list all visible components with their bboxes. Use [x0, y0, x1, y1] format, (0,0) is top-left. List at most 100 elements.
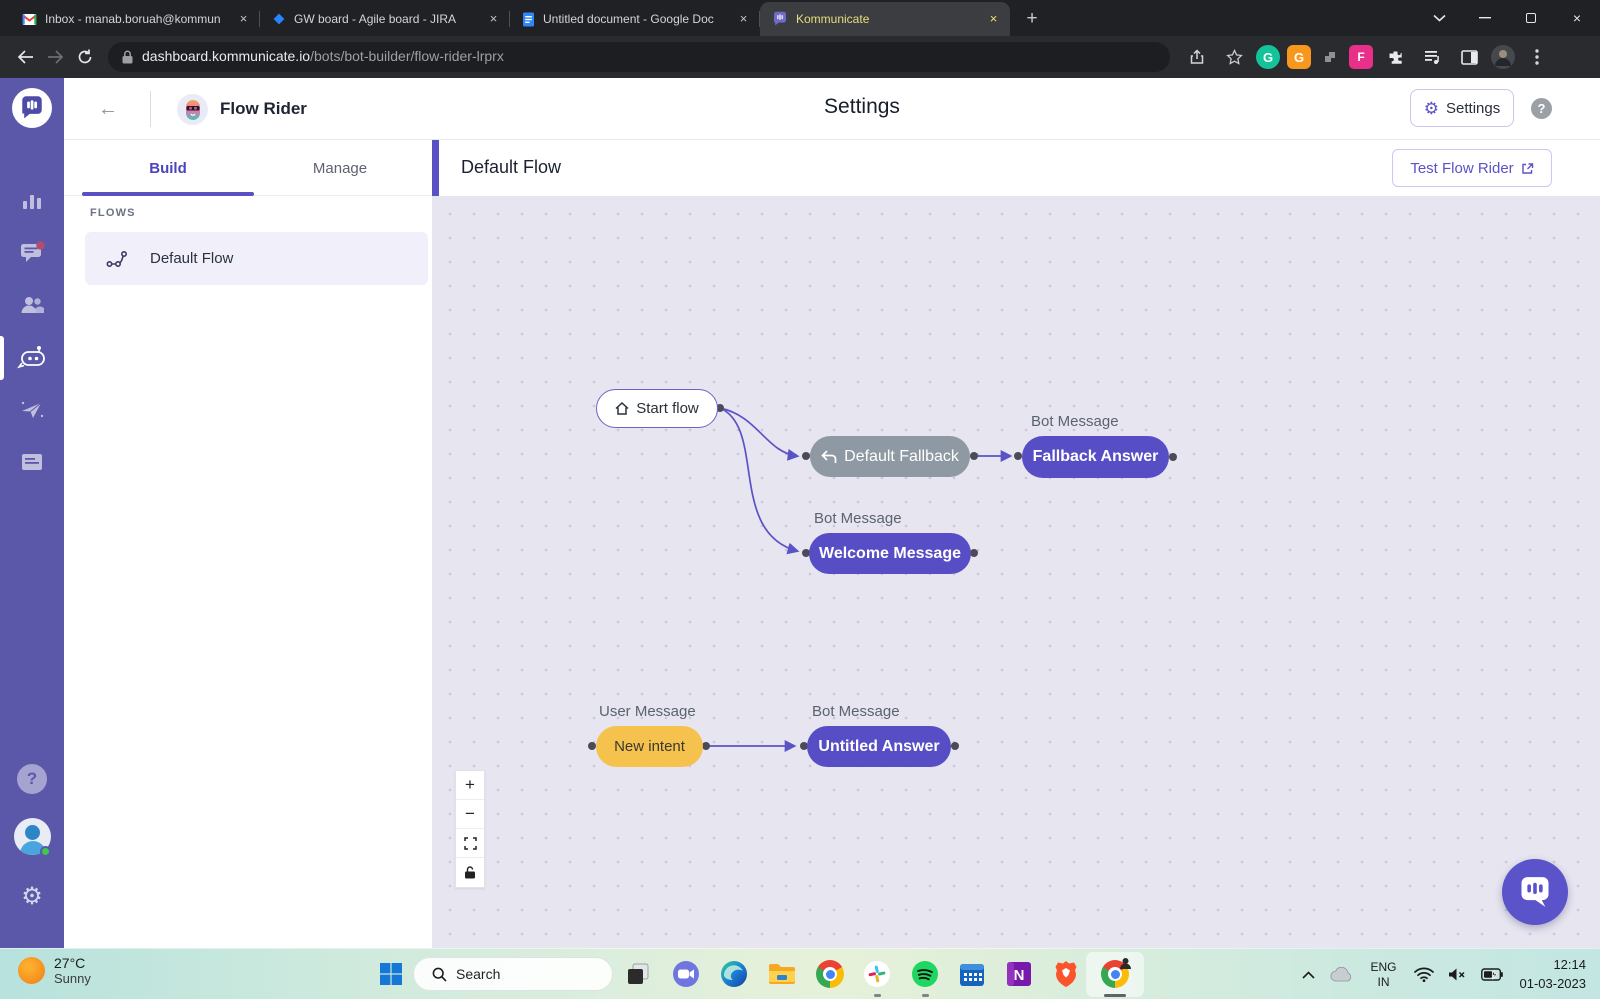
- browser-tab-strip: Inbox - manab.boruah@kommun × GW board -…: [0, 0, 1600, 36]
- tab-gmail[interactable]: Inbox - manab.boruah@kommun ×: [10, 2, 260, 36]
- wifi-icon[interactable]: [1414, 967, 1434, 982]
- chrome-button[interactable]: [815, 959, 845, 989]
- forward-icon[interactable]: [40, 42, 70, 72]
- side-panel-icon[interactable]: [1454, 42, 1484, 72]
- node-new-intent[interactable]: New intent: [596, 726, 703, 767]
- node-label: Fallback Answer: [1033, 448, 1159, 466]
- help-icon[interactable]: ?: [1531, 98, 1552, 119]
- tray-chevron-icon[interactable]: [1302, 971, 1315, 979]
- pink-f-extension-icon[interactable]: F: [1349, 45, 1373, 69]
- sidebar-item-users[interactable]: [0, 285, 64, 325]
- share-icon[interactable]: [1182, 42, 1212, 72]
- page-title: Settings: [64, 95, 1600, 119]
- flow-list-item-default[interactable]: Default Flow: [85, 232, 428, 285]
- language-indicator[interactable]: ENG IN: [1370, 960, 1396, 990]
- node-start-flow[interactable]: Start flow: [596, 389, 718, 428]
- test-button-label: Test Flow Rider: [1410, 160, 1513, 177]
- minimize-button[interactable]: [1462, 0, 1508, 36]
- flow-canvas[interactable]: Start flow Default Fallback Bot Message …: [432, 196, 1600, 948]
- active-tab-underline: [82, 192, 254, 196]
- panel-tabs: Build Manage: [64, 140, 432, 196]
- tab-close-icon[interactable]: ×: [985, 11, 1002, 28]
- edge-button[interactable]: [719, 959, 749, 989]
- sidebar-item-bot-builder[interactable]: [0, 338, 64, 378]
- chrome-active-button[interactable]: [1100, 959, 1130, 989]
- sidebar-settings-icon[interactable]: ⚙: [0, 878, 64, 914]
- node-fallback-answer[interactable]: Fallback Answer: [1022, 436, 1169, 478]
- node-untitled-answer[interactable]: Untitled Answer: [807, 726, 951, 767]
- tab-search-chevron-icon[interactable]: [1416, 0, 1462, 36]
- conversations-icon: [19, 241, 45, 265]
- maximize-button[interactable]: [1508, 0, 1554, 36]
- chat-widget-button[interactable]: [1502, 859, 1568, 925]
- sidebar-active-indicator: [0, 336, 4, 380]
- sun-icon: [18, 957, 45, 984]
- fit-view-button[interactable]: [456, 829, 484, 858]
- sidebar-item-analytics[interactable]: [0, 181, 64, 221]
- sidebar-item-conversations[interactable]: [0, 233, 64, 273]
- task-view-button[interactable]: [623, 959, 653, 989]
- volume-muted-icon[interactable]: [1448, 967, 1467, 982]
- gray-arrow-extension-icon[interactable]: [1318, 45, 1342, 69]
- tab-manage[interactable]: Manage: [254, 140, 426, 196]
- battery-icon[interactable]: [1481, 968, 1503, 981]
- back-icon[interactable]: [10, 42, 40, 72]
- file-explorer-button[interactable]: [767, 959, 797, 989]
- chrome-active-indicator: [1104, 994, 1126, 997]
- settings-button[interactable]: ⚙ Settings: [1410, 89, 1514, 127]
- analytics-icon: [21, 191, 43, 211]
- onedrive-cloud-icon[interactable]: [1329, 967, 1353, 982]
- grammarly-extension-icon[interactable]: G: [1256, 45, 1280, 69]
- lock-button[interactable]: [456, 858, 484, 887]
- node-default-fallback[interactable]: Default Fallback: [810, 436, 970, 477]
- playlist-extension-icon[interactable]: [1417, 42, 1447, 72]
- tab-title: Inbox - manab.boruah@kommun: [45, 12, 227, 26]
- taskbar-weather-widget[interactable]: 27°C Sunny: [18, 955, 91, 986]
- taskbar-search[interactable]: Search: [413, 957, 613, 991]
- slack-button[interactable]: [862, 959, 892, 989]
- address-bar[interactable]: dashboard.kommunicate.io/bots/bot-builde…: [108, 42, 1170, 72]
- reload-icon[interactable]: [70, 42, 100, 72]
- sidebar-help-icon[interactable]: ?: [17, 764, 47, 794]
- kommunicate-logo[interactable]: [12, 88, 52, 128]
- tab-jira[interactable]: GW board - Agile board - JIRA ×: [260, 2, 510, 36]
- clock-time: 12:14: [1520, 956, 1587, 974]
- zoom-in-button[interactable]: +: [456, 771, 484, 800]
- weather-temp: 27°C: [54, 955, 91, 971]
- flow-name: Default Flow: [150, 250, 233, 267]
- close-button[interactable]: ×: [1554, 0, 1600, 36]
- onenote-button[interactable]: N: [1004, 959, 1034, 989]
- sidebar-item-campaigns[interactable]: [0, 390, 64, 430]
- start-button[interactable]: [376, 959, 406, 989]
- canvas-zoom-controls: + −: [455, 770, 485, 888]
- calendar-button[interactable]: [957, 959, 987, 989]
- canvas-title: Default Flow: [461, 157, 561, 178]
- node-category-label: Bot Message: [812, 703, 900, 720]
- browser-menu-icon[interactable]: [1522, 42, 1552, 72]
- spotify-running-indicator: [922, 994, 929, 997]
- chrome-icon: [816, 960, 844, 988]
- tab-kommunicate-active[interactable]: Kommunicate ×: [760, 2, 1010, 36]
- brave-button[interactable]: [1051, 959, 1081, 989]
- tab-close-icon[interactable]: ×: [235, 11, 252, 28]
- bookmark-star-icon[interactable]: [1219, 42, 1249, 72]
- tab-google-docs[interactable]: Untitled document - Google Doc ×: [510, 2, 760, 36]
- new-tab-button[interactable]: +: [1018, 5, 1046, 33]
- tab-close-icon[interactable]: ×: [735, 11, 752, 28]
- rocket-icon: [19, 399, 45, 421]
- tab-build[interactable]: Build: [82, 140, 254, 196]
- taskbar-clock[interactable]: 12:14 01-03-2023: [1520, 956, 1587, 992]
- kommunicate-logo-icon: [19, 95, 45, 121]
- sidebar-item-knowledge-base[interactable]: [0, 442, 64, 482]
- profile-avatar[interactable]: [1491, 45, 1515, 69]
- extensions-puzzle-icon[interactable]: [1380, 42, 1410, 72]
- zoom-out-button[interactable]: −: [456, 800, 484, 829]
- spotify-button[interactable]: [910, 959, 940, 989]
- tab-title: Kommunicate: [796, 12, 977, 26]
- teams-chat-button[interactable]: [671, 959, 701, 989]
- node-welcome-message[interactable]: Welcome Message: [809, 533, 971, 574]
- orange-g-extension-icon[interactable]: G: [1287, 45, 1311, 69]
- tab-close-icon[interactable]: ×: [485, 11, 502, 28]
- weather-desc: Sunny: [54, 971, 91, 986]
- test-flow-rider-button[interactable]: Test Flow Rider: [1392, 149, 1552, 187]
